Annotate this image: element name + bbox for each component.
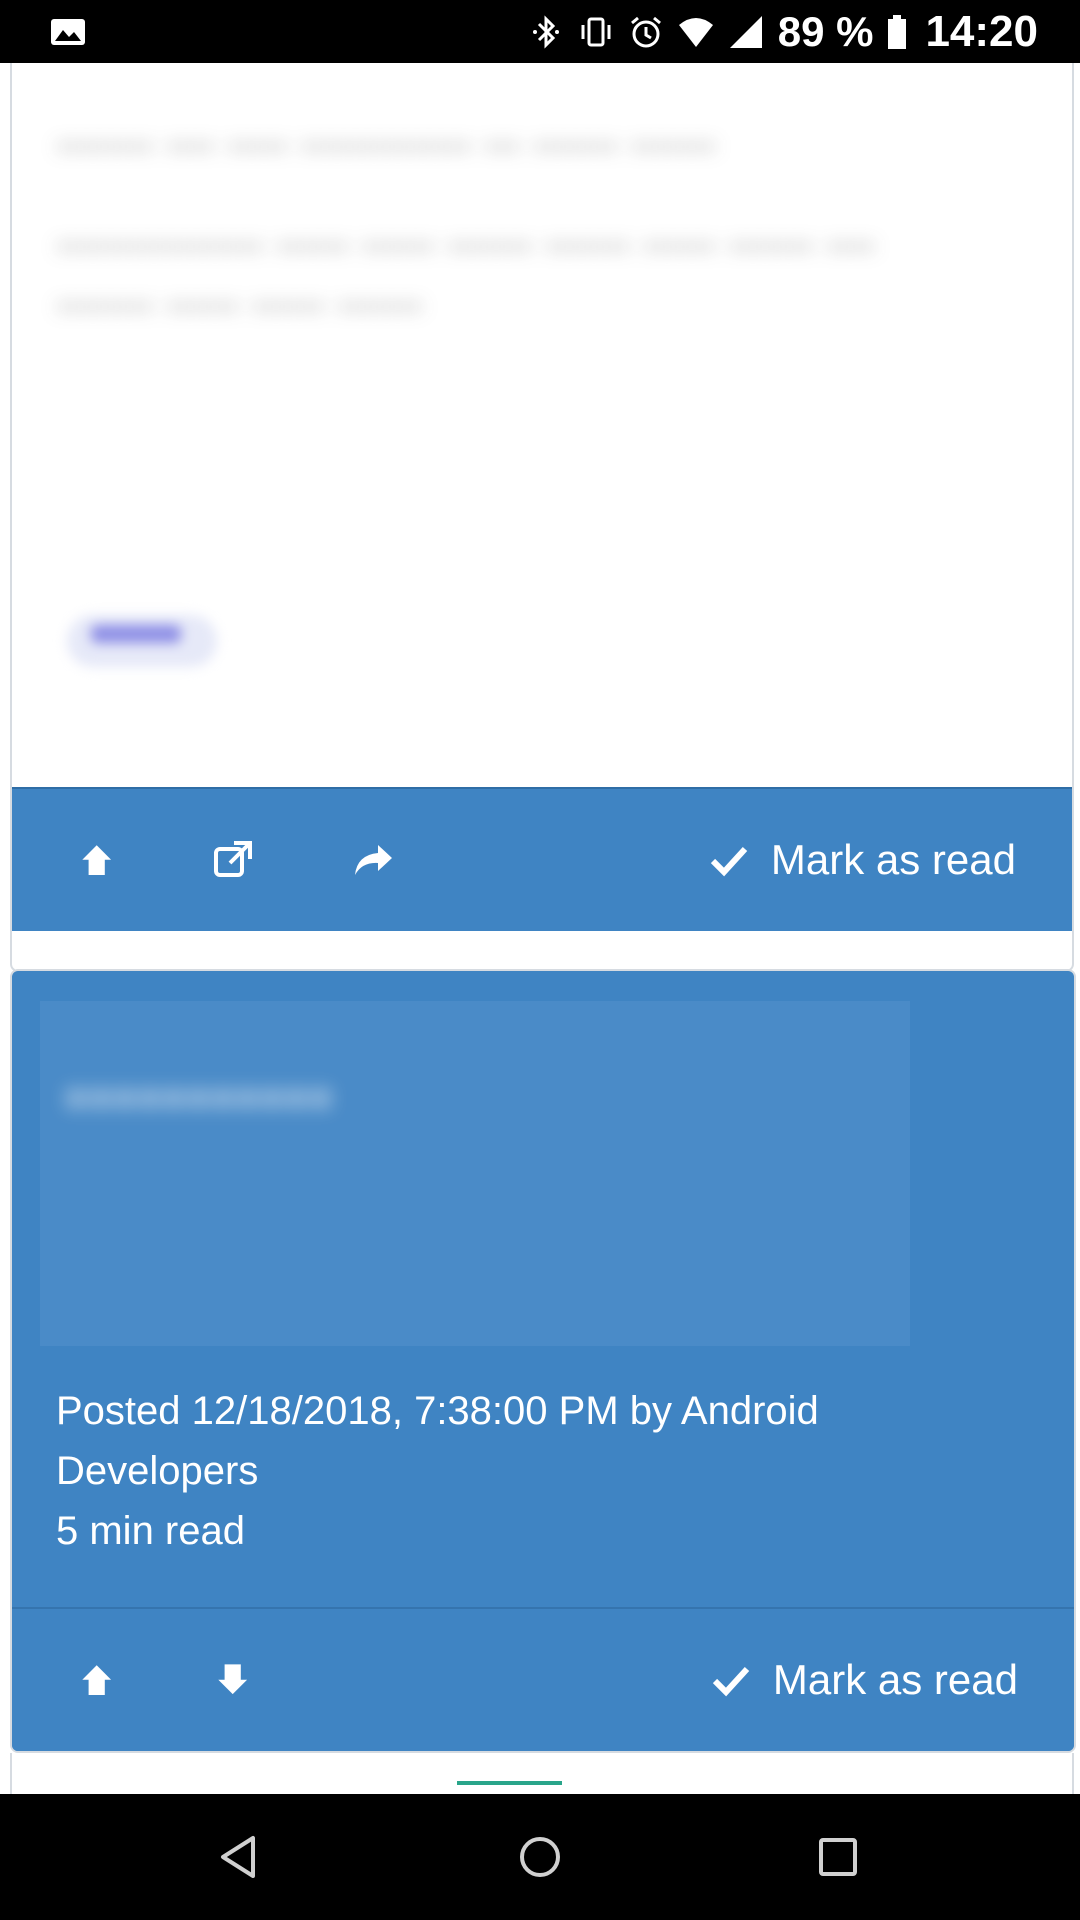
alarm-icon	[630, 16, 661, 47]
external-link-icon[interactable]	[212, 839, 254, 881]
tag-chip-blurred[interactable]	[67, 615, 217, 667]
posted-line: Posted 12/18/2018, 7:38:00 PM by Android	[56, 1389, 819, 1433]
article-meta: Posted 12/18/2018, 7:38:00 PM by Android…	[56, 1381, 956, 1561]
clock: 14:20	[925, 6, 1038, 56]
check-icon	[712, 1666, 750, 1697]
feed[interactable]: ........ .... ..... .............. ... .…	[0, 63, 1080, 1794]
share-icon[interactable]	[352, 839, 394, 881]
body-paragraph: ........ .... ..... .............. ... .…	[56, 110, 717, 159]
mark-as-read-button[interactable]: Mark as read	[711, 1656, 1018, 1704]
gallery-icon	[51, 19, 85, 45]
mark-as-read-label: Mark as read	[770, 836, 1016, 883]
cellular-signal-icon	[729, 15, 762, 48]
posted-line-continued: Developers	[56, 1449, 259, 1493]
back-icon[interactable]	[213, 1830, 267, 1884]
article-title: ...........	[64, 1025, 333, 1124]
arrow-down-icon[interactable]	[212, 1659, 254, 1701]
card-action-bar: Mark as read	[12, 787, 1072, 931]
mark-as-read-button[interactable]: Mark as read	[709, 836, 1016, 884]
article-body-blurred: ........ .... ..... .............. ... .…	[56, 105, 956, 365]
bluetooth-icon	[532, 14, 559, 49]
read-time: 5 min read	[56, 1509, 245, 1553]
arrow-up-icon[interactable]	[76, 839, 118, 881]
home-icon[interactable]	[513, 1830, 567, 1884]
check-icon	[710, 846, 748, 877]
arrow-up-icon[interactable]	[76, 1659, 118, 1701]
body-paragraph: ................. ...... ...... ....... …	[56, 210, 876, 319]
mark-as-read-label: Mark as read	[772, 1656, 1018, 1703]
wifi-icon	[678, 17, 713, 47]
article-card[interactable]: ........... Posted 12/18/2018, 7:38:00 P…	[10, 969, 1076, 1753]
recents-icon[interactable]	[811, 1830, 865, 1884]
status-bar: 89 % 14:20	[0, 0, 1080, 63]
next-article-card[interactable]	[10, 1753, 1074, 1794]
article-card-expanded: ........ .... ..... .............. ... .…	[10, 63, 1074, 972]
article-title-blurred[interactable]: ...........	[40, 1001, 910, 1346]
accent-line	[457, 1781, 562, 1785]
system-nav-bar	[0, 1794, 1080, 1920]
battery-percent: 89 %	[777, 7, 874, 55]
card-action-bar: Mark as read	[12, 1609, 1074, 1751]
battery-icon	[888, 14, 907, 49]
vibrate-icon	[581, 17, 611, 46]
status-icons: 89 % 14:20	[528, 0, 1038, 63]
